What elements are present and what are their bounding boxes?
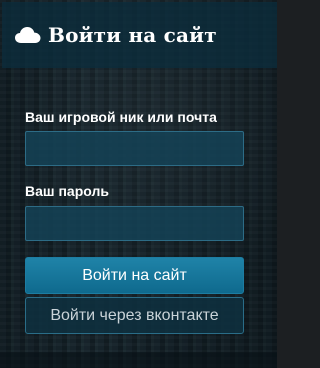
cloud-icon	[14, 25, 42, 45]
nick-input[interactable]	[25, 131, 244, 166]
login-widget: Войти на сайт Ваш игровой ник или почта …	[0, 0, 277, 368]
password-input[interactable]	[25, 206, 244, 241]
login-panel: Войти на сайт Ваш игровой ник или почта …	[0, 0, 277, 368]
page-title: Войти на сайт	[48, 23, 217, 47]
password-label: Ваш пароль	[25, 183, 109, 199]
login-button[interactable]: Войти на сайт	[25, 257, 244, 294]
nick-label: Ваш игровой ник или почта	[25, 109, 217, 125]
vk-login-button[interactable]: Войти через вконтакте	[25, 297, 244, 334]
panel-header: Войти на сайт	[2, 2, 277, 68]
